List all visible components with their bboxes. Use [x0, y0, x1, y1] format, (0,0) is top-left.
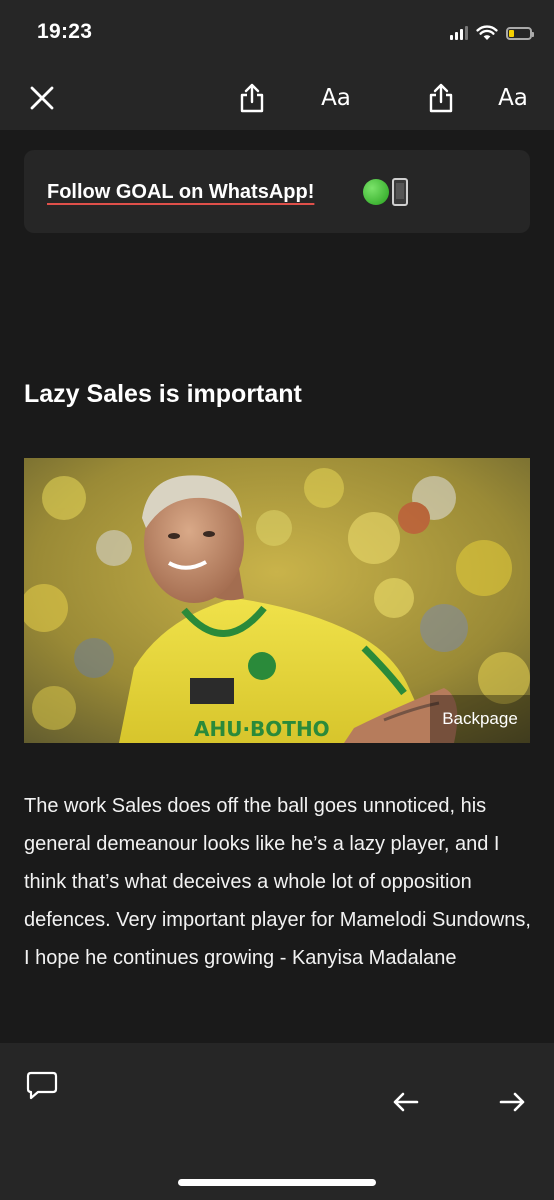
share-button-secondary[interactable] [425, 80, 457, 116]
share-icon [429, 83, 453, 113]
arrow-right-icon [499, 1092, 525, 1112]
cellular-signal-icon [450, 26, 468, 40]
image-caption: Backpage [430, 695, 530, 743]
article-paragraph: The work Sales does off the ball goes un… [24, 795, 531, 969]
promo-emoji [363, 178, 408, 206]
article-photo: AHU·BOTHO Backpage [24, 458, 530, 743]
whatsapp-promo-card: Follow GOAL on WhatsApp! [24, 150, 530, 233]
text-size-button[interactable]: Aa [319, 80, 353, 116]
share-icon [240, 83, 264, 113]
previous-article-button[interactable] [390, 1086, 422, 1118]
article-body: The work Sales does off the ball goes un… [24, 787, 534, 977]
text-size-button-secondary[interactable]: Aa [496, 80, 530, 116]
share-button[interactable] [236, 80, 268, 116]
battery-icon [506, 26, 534, 40]
home-indicator[interactable] [178, 1179, 376, 1186]
status-time: 19:23 [37, 20, 93, 43]
next-article-button[interactable] [496, 1086, 528, 1118]
arrow-left-icon [393, 1092, 419, 1112]
whatsapp-follow-link[interactable]: Follow GOAL on WhatsApp! [47, 181, 314, 204]
close-button[interactable] [27, 80, 57, 116]
comment-icon [26, 1071, 58, 1100]
green-circle-emoji [363, 179, 389, 205]
wifi-icon [476, 25, 498, 40]
status-icons [450, 22, 534, 44]
battery-level [509, 29, 514, 37]
bottom-toolbar [0, 1043, 554, 1200]
close-icon [30, 86, 54, 110]
mobile-phone-emoji [392, 178, 408, 206]
article-heading: Lazy Sales is important [24, 380, 302, 408]
comment-button[interactable] [25, 1068, 59, 1102]
svg-text:AHU·BOTHO: AHU·BOTHO [194, 717, 330, 741]
